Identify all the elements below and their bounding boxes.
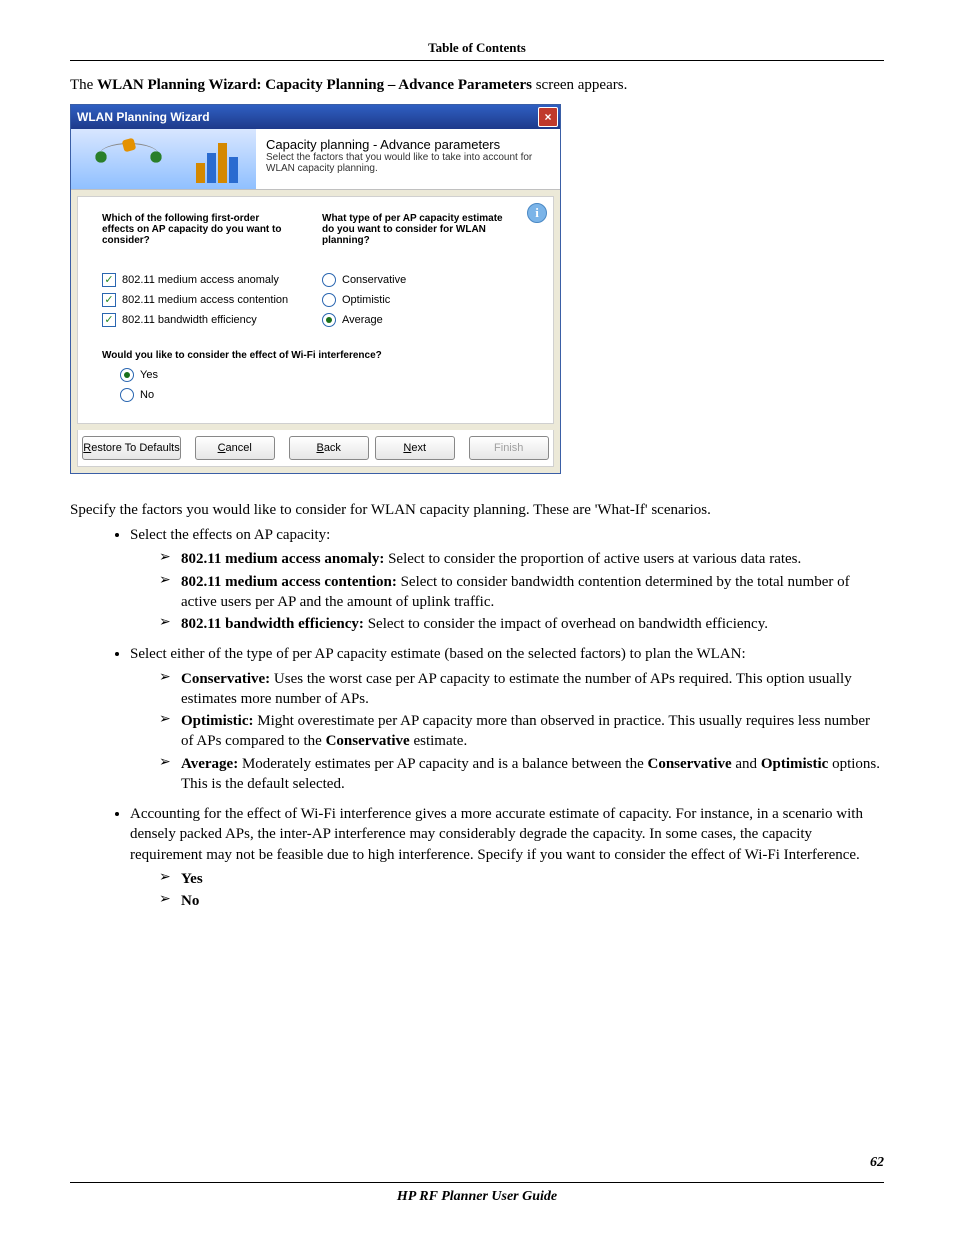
subbullet-conservative: Conservative: Uses the worst case per AP… (165, 669, 884, 710)
wizard-header-subtitle: Select the factors that you would like t… (266, 152, 550, 174)
radio-icon (120, 368, 134, 382)
checkbox-medium-access-anomaly[interactable]: 802.11 medium access anomaly (102, 270, 292, 290)
bullet-select-type: Select either of the type of per AP capa… (130, 644, 884, 794)
radio-conservative[interactable]: Conservative (322, 270, 512, 290)
wifi-interference-question: Would you like to consider the effect of… (102, 350, 533, 361)
radio-wifi-yes[interactable]: Yes (120, 365, 533, 385)
info-icon[interactable]: i (527, 203, 547, 223)
checkbox-bandwidth-efficiency[interactable]: 802.11 bandwidth efficiency (102, 310, 292, 330)
subbullet-no: No (165, 891, 884, 911)
intro-post: screen appears. (532, 77, 627, 93)
wizard-header-text: Capacity planning - Advance parameters S… (256, 129, 560, 189)
close-icon[interactable]: × (538, 107, 558, 127)
radio-optimistic[interactable]: Optimistic (322, 290, 512, 310)
radio-icon (322, 273, 336, 287)
radio-label: Average (342, 314, 383, 326)
specify-paragraph: Specify the factors you would like to co… (70, 502, 884, 519)
checkbox-label: 802.11 medium access anomaly (122, 274, 279, 286)
radio-label: No (140, 389, 154, 401)
wizard-title-text: WLAN Planning Wizard (77, 110, 210, 124)
footer-title: HP RF Planner User Guide (70, 1182, 884, 1205)
radio-label: Conservative (342, 274, 406, 286)
subbullet-anomaly: 802.11 medium access anomaly: Select to … (165, 549, 884, 569)
intro-line: The WLAN Planning Wizard: Capacity Plann… (70, 77, 884, 94)
back-button[interactable]: Back (289, 436, 369, 460)
checkbox-medium-access-contention[interactable]: 802.11 medium access contention (102, 290, 292, 310)
subbullet-yes: Yes (165, 869, 884, 889)
wizard-titlebar: WLAN Planning Wizard × (71, 105, 560, 129)
wlan-planning-wizard-window: WLAN Planning Wizard × Capacity planning… (70, 104, 561, 474)
radio-icon (120, 388, 134, 402)
intro-bold: WLAN Planning Wizard: Capacity Planning … (97, 77, 532, 93)
cancel-button[interactable]: Cancel (195, 436, 275, 460)
wizard-footer: Restore To Defaults Cancel Back Next Fin… (77, 430, 554, 467)
wizard-header-image (71, 129, 256, 189)
finish-button: Finish (469, 436, 549, 460)
page-number: 62 (870, 1155, 884, 1171)
wizard-body: i Which of the following first-order eff… (77, 196, 554, 424)
page-header: Table of Contents (70, 40, 884, 61)
restore-defaults-button[interactable]: Restore To Defaults (82, 436, 180, 460)
bullet-select-effects: Select the effects on AP capacity: 802.1… (130, 525, 884, 634)
checkbox-icon (102, 293, 116, 307)
btn-label: estore To Defaults (91, 442, 179, 454)
radio-label: Optimistic (342, 294, 390, 306)
subbullet-average: Average: Moderately estimates per AP cap… (165, 754, 884, 795)
radio-label: Yes (140, 369, 158, 381)
radio-icon (322, 313, 336, 327)
checkbox-icon (102, 273, 116, 287)
radio-icon (322, 293, 336, 307)
radio-average[interactable]: Average (322, 310, 512, 330)
wizard-header-title: Capacity planning - Advance parameters (266, 137, 550, 152)
checkbox-icon (102, 313, 116, 327)
estimate-question: What type of per AP capacity estimate do… (322, 213, 512, 246)
subbullet-optimistic: Optimistic: Might overestimate per AP ca… (165, 711, 884, 752)
intro-pre: The (70, 77, 97, 93)
checkbox-label: 802.11 medium access contention (122, 294, 288, 306)
next-button[interactable]: Next (375, 436, 455, 460)
bullet-wifi-interference: Accounting for the effect of Wi-Fi inter… (130, 804, 884, 911)
wizard-header: Capacity planning - Advance parameters S… (71, 129, 560, 190)
subbullet-efficiency: 802.11 bandwidth efficiency: Select to c… (165, 614, 884, 634)
radio-wifi-no[interactable]: No (120, 385, 533, 405)
effects-question: Which of the following first-order effec… (102, 213, 292, 246)
checkbox-label: 802.11 bandwidth efficiency (122, 314, 257, 326)
subbullet-contention: 802.11 medium access contention: Select … (165, 572, 884, 613)
